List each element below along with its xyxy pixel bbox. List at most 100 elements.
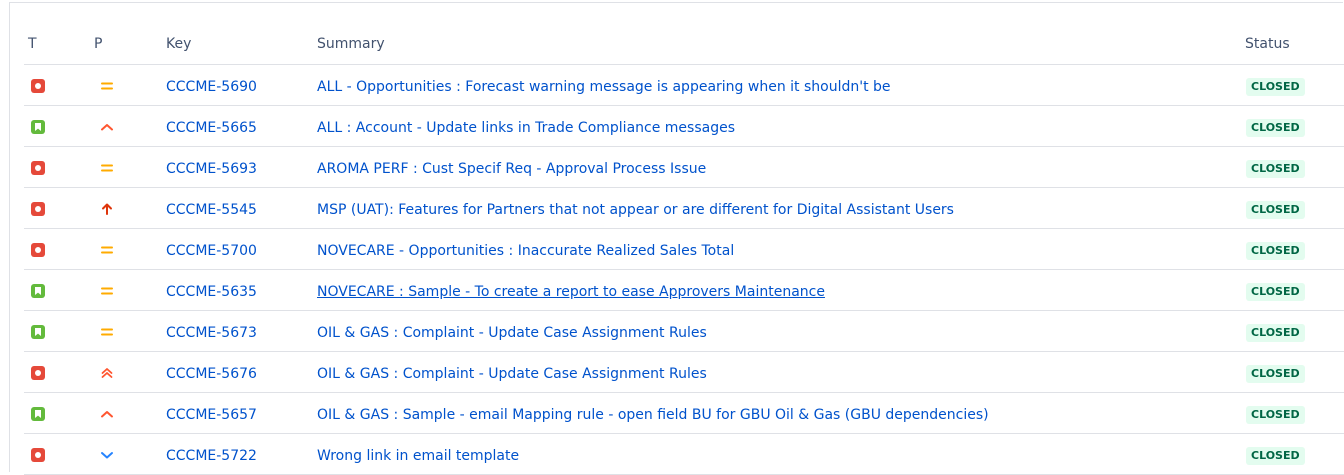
table-header-row: T P Key Summary Status <box>24 23 1344 65</box>
priority-medium-icon[interactable] <box>99 242 115 258</box>
bug-icon[interactable] <box>31 161 45 175</box>
priority-highest-icon[interactable] <box>99 201 115 217</box>
issue-summary-link[interactable]: ALL - Opportunities : Forecast warning m… <box>317 79 891 95</box>
priority-medium-icon[interactable] <box>99 283 115 299</box>
cell-type <box>24 351 90 393</box>
priority-high-icon[interactable] <box>99 406 115 422</box>
cell-priority <box>90 392 162 434</box>
table-row[interactable]: CCCME-5545 MSP (UAT): Features for Partne… <box>24 187 1344 229</box>
table-row[interactable]: CCCME-5657 OIL & GAS : Sample - email Map… <box>24 392 1344 434</box>
table-row[interactable]: CCCME-5676 OIL & GAS : Complaint - Update… <box>24 351 1344 393</box>
story-icon[interactable] <box>31 284 45 298</box>
issue-key-link[interactable]: CCCME-5673 <box>166 325 257 341</box>
bug-icon[interactable] <box>31 79 45 93</box>
cell-key: CCCME-5545 <box>162 187 313 229</box>
priority-high-icon[interactable] <box>99 119 115 135</box>
table-row[interactable]: CCCME-5635 NOVECARE : Sample - To create … <box>24 269 1344 311</box>
issue-summary-link[interactable]: OIL & GAS : Complaint - Update Case Assi… <box>317 325 707 341</box>
cell-status: CLOSED <box>1241 269 1344 311</box>
issue-summary-link[interactable]: MSP (UAT): Features for Partners that no… <box>317 202 954 218</box>
issue-summary-link[interactable]: AROMA PERF : Cust Specif Req - Approval … <box>317 161 706 177</box>
story-icon[interactable] <box>31 407 45 421</box>
issue-summary-link[interactable]: NOVECARE - Opportunities : Inaccurate Re… <box>317 243 734 259</box>
status-badge: CLOSED <box>1246 405 1305 424</box>
issue-key-link[interactable]: CCCME-5722 <box>166 448 257 464</box>
issue-table-panel: T P Key Summary Status CCCME-5690 ALL - O… <box>9 2 1344 475</box>
status-badge: CLOSED <box>1246 241 1305 260</box>
issue-table: T P Key Summary Status CCCME-5690 ALL - O… <box>24 23 1344 475</box>
cell-priority <box>90 228 162 270</box>
bug-icon[interactable] <box>31 448 45 462</box>
issue-summary-link[interactable]: Wrong link in email template <box>317 448 519 464</box>
table-row[interactable]: CCCME-5693 AROMA PERF : Cust Specif Req -… <box>24 146 1344 188</box>
status-badge: CLOSED <box>1246 446 1305 465</box>
column-header-priority[interactable]: P <box>90 23 162 65</box>
priority-low-icon[interactable] <box>99 447 115 463</box>
cell-summary: OIL & GAS : Sample - email Mapping rule … <box>313 392 1241 434</box>
cell-type <box>24 146 90 188</box>
issue-key-link[interactable]: CCCME-5657 <box>166 407 257 423</box>
cell-summary: MSP (UAT): Features for Partners that no… <box>313 187 1241 229</box>
issue-table-body: CCCME-5690 ALL - Opportunities : Forecast… <box>24 64 1344 475</box>
column-header-summary[interactable]: Summary <box>313 23 1241 65</box>
cell-type <box>24 433 90 475</box>
issue-key-link[interactable]: CCCME-5700 <box>166 243 257 259</box>
cell-priority <box>90 187 162 229</box>
bug-icon[interactable] <box>31 366 45 380</box>
cell-key: CCCME-5700 <box>162 228 313 270</box>
cell-key: CCCME-5635 <box>162 269 313 311</box>
cell-status: CLOSED <box>1241 146 1344 188</box>
cell-summary: AROMA PERF : Cust Specif Req - Approval … <box>313 146 1241 188</box>
status-badge: CLOSED <box>1246 118 1305 137</box>
cell-summary: OIL & GAS : Complaint - Update Case Assi… <box>313 351 1241 393</box>
bug-icon[interactable] <box>31 202 45 216</box>
story-icon[interactable] <box>31 120 45 134</box>
priority-critical-icon[interactable] <box>99 365 115 381</box>
cell-summary: NOVECARE - Opportunities : Inaccurate Re… <box>313 228 1241 270</box>
table-row[interactable]: CCCME-5700 NOVECARE - Opportunities : Ina… <box>24 228 1344 270</box>
status-badge: CLOSED <box>1246 159 1305 178</box>
cell-key: CCCME-5693 <box>162 146 313 188</box>
story-icon[interactable] <box>31 325 45 339</box>
cell-status: CLOSED <box>1241 228 1344 270</box>
cell-priority <box>90 105 162 147</box>
cell-priority <box>90 351 162 393</box>
cell-type <box>24 392 90 434</box>
cell-priority <box>90 64 162 106</box>
cell-status: CLOSED <box>1241 64 1344 106</box>
table-row[interactable]: CCCME-5690 ALL - Opportunities : Forecast… <box>24 64 1344 106</box>
issue-key-link[interactable]: CCCME-5693 <box>166 161 257 177</box>
cell-status: CLOSED <box>1241 105 1344 147</box>
issue-key-link[interactable]: CCCME-5665 <box>166 120 257 136</box>
cell-type <box>24 269 90 311</box>
issue-key-link[interactable]: CCCME-5690 <box>166 79 257 95</box>
cell-summary: ALL : Account - Update links in Trade Co… <box>313 105 1241 147</box>
column-header-key[interactable]: Key <box>162 23 313 65</box>
cell-summary: ALL - Opportunities : Forecast warning m… <box>313 64 1241 106</box>
cell-status: CLOSED <box>1241 187 1344 229</box>
issue-summary-link[interactable]: OIL & GAS : Sample - email Mapping rule … <box>317 407 989 423</box>
cell-priority <box>90 269 162 311</box>
bug-icon[interactable] <box>31 243 45 257</box>
issue-summary-link[interactable]: ALL : Account - Update links in Trade Co… <box>317 120 735 136</box>
table-row[interactable]: CCCME-5722 Wrong link in email template CL… <box>24 433 1344 475</box>
issue-key-link[interactable]: CCCME-5545 <box>166 202 257 218</box>
priority-medium-icon[interactable] <box>99 324 115 340</box>
issue-summary-link[interactable]: OIL & GAS : Complaint - Update Case Assi… <box>317 366 707 382</box>
priority-medium-icon[interactable] <box>99 160 115 176</box>
column-header-type[interactable]: T <box>24 23 90 65</box>
priority-medium-icon[interactable] <box>99 78 115 94</box>
status-badge: CLOSED <box>1246 323 1305 342</box>
cell-summary: Wrong link in email template <box>313 433 1241 475</box>
issue-key-link[interactable]: CCCME-5676 <box>166 366 257 382</box>
cell-status: CLOSED <box>1241 351 1344 393</box>
issue-summary-link[interactable]: NOVECARE : Sample - To create a report t… <box>317 284 825 300</box>
cell-key: CCCME-5676 <box>162 351 313 393</box>
cell-type <box>24 105 90 147</box>
cell-key: CCCME-5665 <box>162 105 313 147</box>
column-header-status[interactable]: Status <box>1241 23 1344 65</box>
cell-key: CCCME-5673 <box>162 310 313 352</box>
issue-key-link[interactable]: CCCME-5635 <box>166 284 257 300</box>
table-row[interactable]: CCCME-5673 OIL & GAS : Complaint - Update… <box>24 310 1344 352</box>
table-row[interactable]: CCCME-5665 ALL : Account - Update links i… <box>24 105 1344 147</box>
